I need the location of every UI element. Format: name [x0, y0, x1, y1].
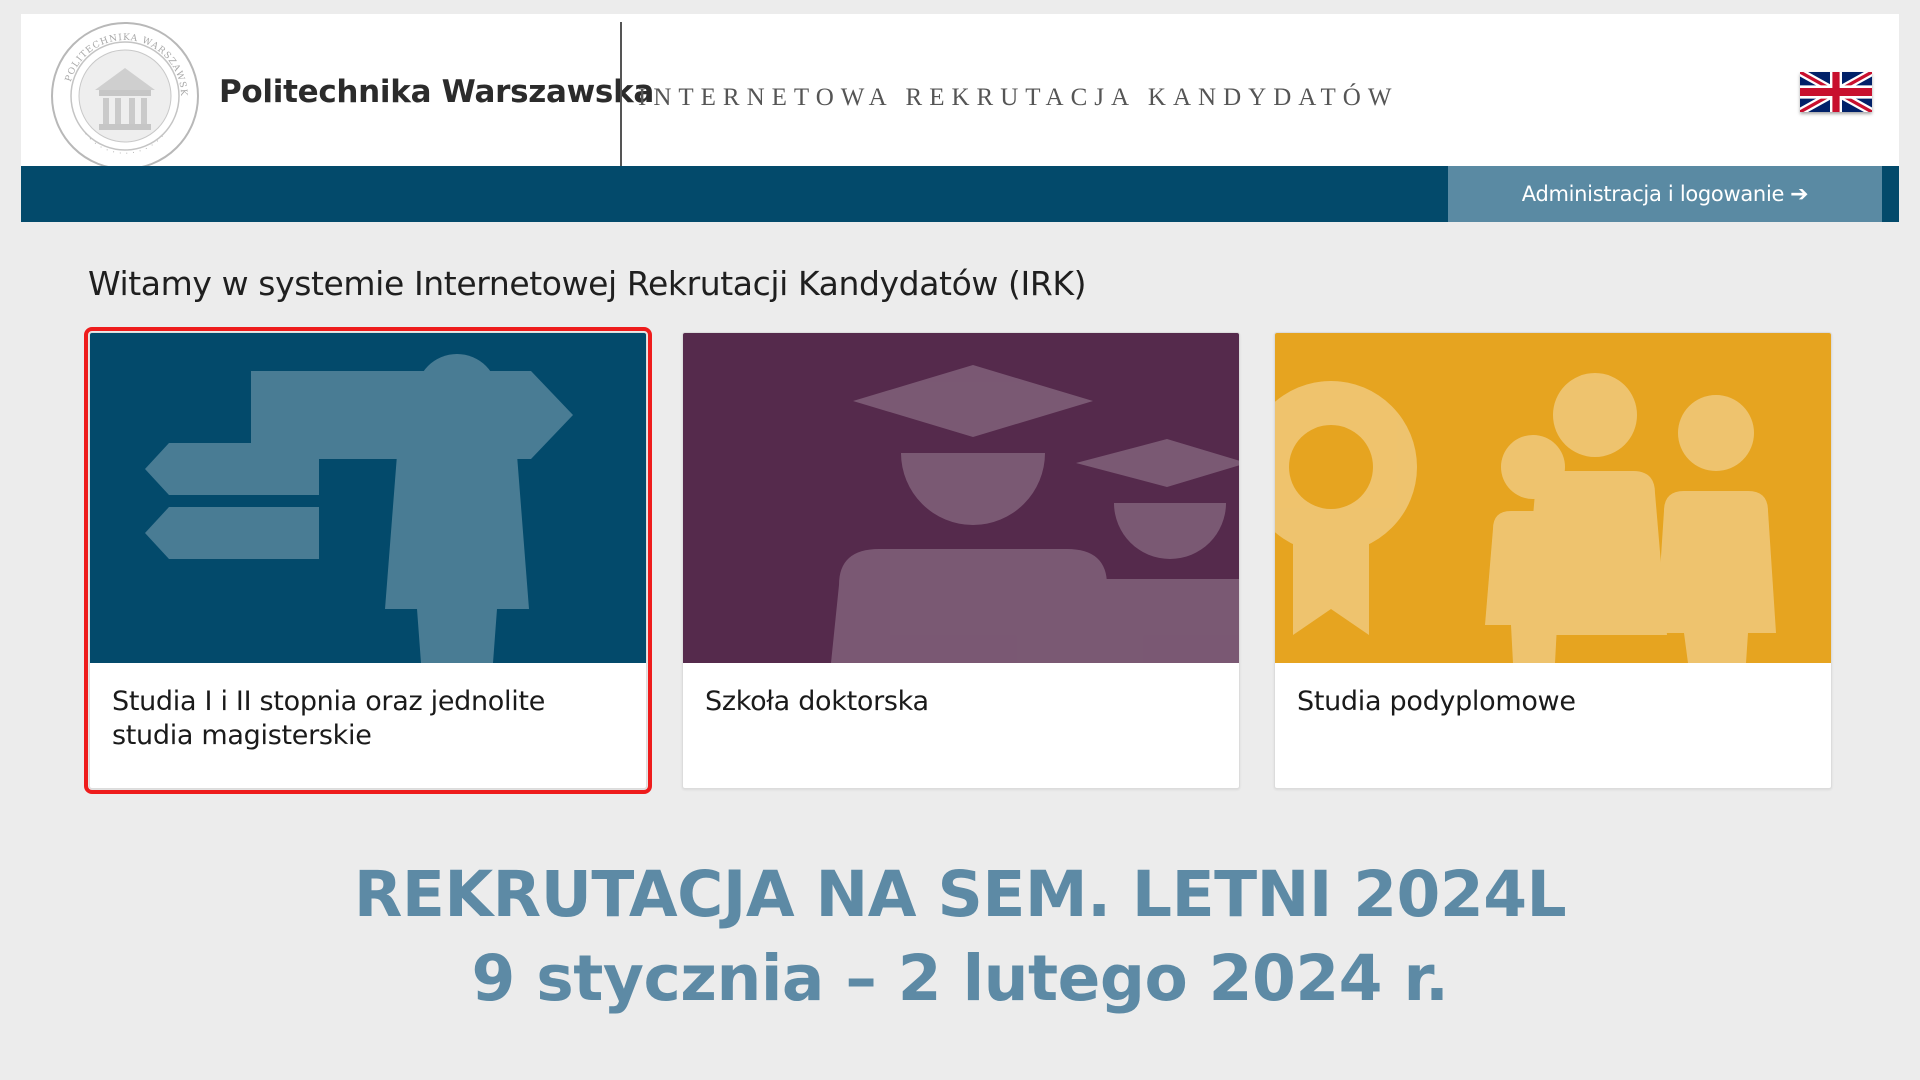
- card-studia-i-ii-stopnia[interactable]: Studia I i II stopnia oraz jednolite stu…: [84, 327, 652, 794]
- header-divider: [620, 22, 622, 186]
- graduation-caps-icon: [683, 333, 1239, 663]
- card-szkola-doktorska[interactable]: Szkoła doktorska: [682, 332, 1240, 789]
- header-top: POLITECHNIKA WARSZAWSKA · WARSAW UNIVERS…: [21, 14, 1899, 170]
- card-label: Szkoła doktorska: [705, 686, 929, 717]
- announcement-title: REKRUTACJA NA SEM. LETNI 2024L: [353, 858, 1567, 931]
- brand-name[interactable]: Politechnika Warszawska: [219, 74, 654, 110]
- award-people-icon: [1275, 333, 1831, 663]
- arrow-right-icon: ➔: [1790, 181, 1809, 207]
- admin-login-label: Administracja i logowanie: [1521, 182, 1785, 206]
- page-title: Witamy w systemie Internetowej Rekrutacj…: [88, 264, 1087, 303]
- university-seal-logo[interactable]: POLITECHNIKA WARSZAWSKA · WARSAW UNIVERS…: [49, 20, 201, 172]
- uk-flag-icon[interactable]: [1800, 72, 1872, 112]
- card-label: Studia I i II stopnia oraz jednolite stu…: [112, 686, 545, 751]
- announcement-dates: 9 stycznia – 2 lutego 2024 r.: [471, 942, 1449, 1015]
- system-name: INTERNETOWA REKRUTACJA KANDYDATÓW: [638, 84, 1399, 111]
- card-studia-podyplomowe[interactable]: Studia podyplomowe: [1274, 332, 1832, 789]
- admin-login-button[interactable]: Administracja i logowanie ➔: [1448, 166, 1882, 222]
- card-label: Studia podyplomowe: [1297, 686, 1576, 717]
- signpost-person-icon: [90, 333, 646, 663]
- app-frame: POLITECHNIKA WARSZAWSKA · WARSAW UNIVERS…: [21, 14, 1899, 222]
